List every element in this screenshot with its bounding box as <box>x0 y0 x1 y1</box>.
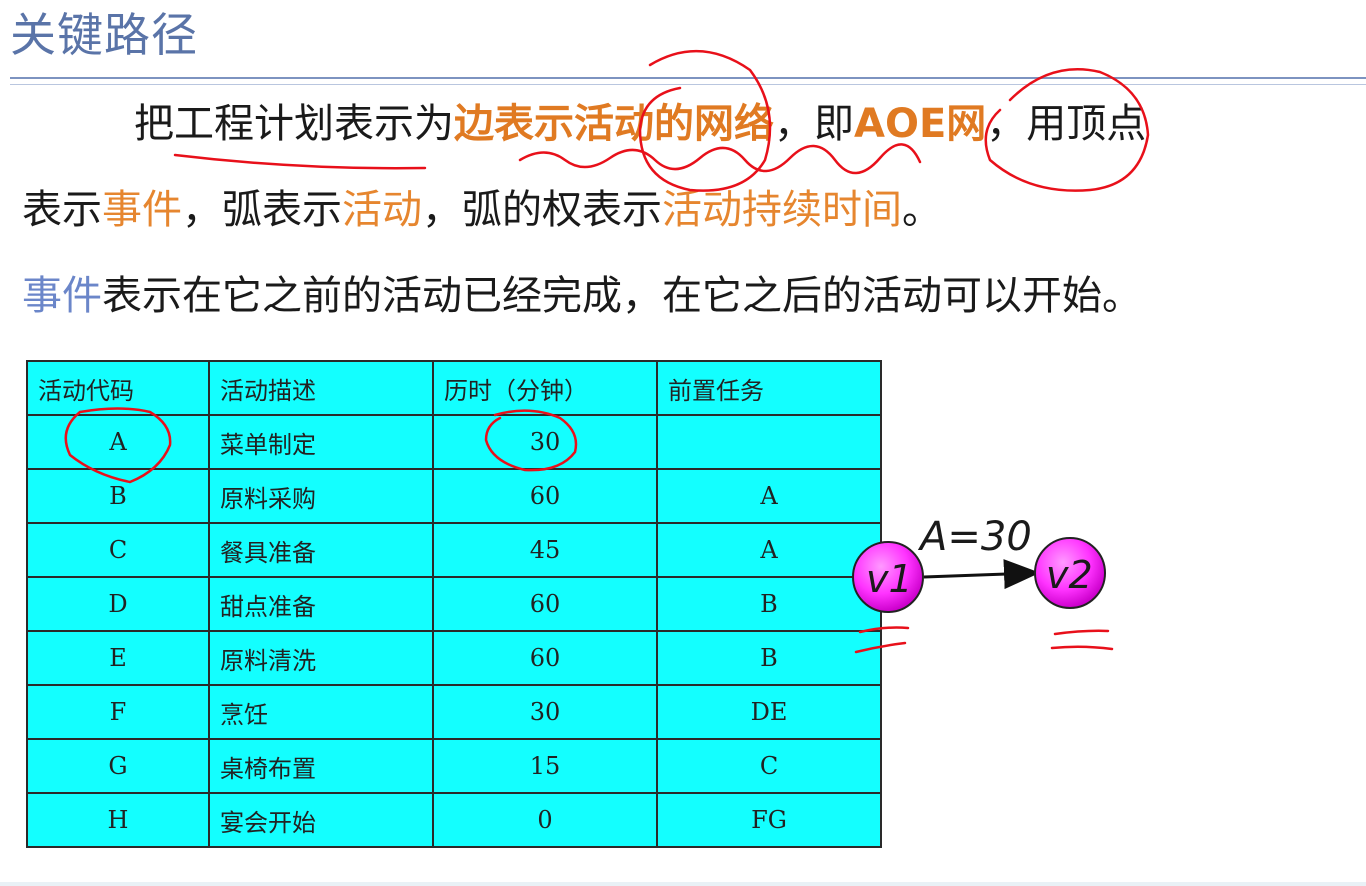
cell-predecessor: DE <box>656 684 882 740</box>
cell-desc: 原料清洗 <box>208 630 434 686</box>
cell-predecessor: A <box>656 522 882 578</box>
text-run: 表示 <box>22 187 102 233</box>
table-header-row: 活动代码 活动描述 历时（分钟） 前置任务 <box>26 360 882 416</box>
cell-desc: 甜点准备 <box>208 576 434 632</box>
cell-code: D <box>26 576 210 632</box>
highlight-aoe-term: AOE网 <box>854 101 987 147</box>
cell-duration: 30 <box>432 414 658 470</box>
cell-code: G <box>26 738 210 794</box>
node-v2-label: v2 <box>1046 553 1093 597</box>
title-divider <box>10 77 1366 79</box>
highlight-activity: 活动 <box>342 187 422 233</box>
paragraph-aoe-elements: 表示事件，弧表示活动，弧的权表示活动持续时间。 <box>22 182 942 238</box>
title-divider-thin <box>10 84 1366 85</box>
cell-predecessor: B <box>656 576 882 632</box>
table-row: B 原料采购 60 A <box>26 468 882 524</box>
table-row: G 桌椅布置 15 C <box>26 738 882 794</box>
cell-predecessor: A <box>656 468 882 524</box>
cell-duration: 0 <box>432 792 658 848</box>
pen-mark <box>1053 629 1110 636</box>
header-activity-code: 活动代码 <box>26 360 210 416</box>
pen-underline <box>173 153 427 170</box>
table-row: F 烹饪 30 DE <box>26 684 882 740</box>
highlight-event-blue: 事件 <box>22 273 102 319</box>
table-row: D 甜点准备 60 B <box>26 576 882 632</box>
cell-predecessor: B <box>656 630 882 686</box>
table-row: C 餐具准备 45 A <box>26 522 882 578</box>
header-duration: 历时（分钟） <box>432 360 658 416</box>
text-run: 。 <box>902 187 942 233</box>
edge-label: A=30 <box>917 514 1032 560</box>
cell-duration: 30 <box>432 684 658 740</box>
paragraph-event-meaning: 事件表示在它之前的活动已经完成，在它之后的活动可以开始。 <box>22 268 1142 324</box>
table-row: H 宴会开始 0 FG <box>26 792 882 848</box>
text-run: 表示在它之前的活动已经完成，在它之后的活动可以开始。 <box>102 273 1142 319</box>
cell-duration: 60 <box>432 576 658 632</box>
cell-code: E <box>26 630 210 686</box>
cell-desc: 餐具准备 <box>208 522 434 578</box>
text-run: ，弧表示 <box>182 187 342 233</box>
table-row: A 菜单制定 30 <box>26 414 882 470</box>
cell-duration: 15 <box>432 738 658 794</box>
highlight-aoe-meaning: 边表示活动的网络 <box>454 101 774 147</box>
aoe-graph: A=30 v1 v2 <box>852 514 1106 613</box>
cell-desc: 烹饪 <box>208 684 434 740</box>
cell-code: A <box>26 414 210 470</box>
cell-desc: 原料采购 <box>208 468 434 524</box>
cell-code: C <box>26 522 210 578</box>
slide-footer-bar <box>0 882 1366 886</box>
text-run: 把工程计划表示为 <box>134 101 454 147</box>
activity-table: 活动代码 活动描述 历时（分钟） 前置任务 A 菜单制定 30 B 原料采购 6… <box>26 360 882 848</box>
cell-desc: 菜单制定 <box>208 414 434 470</box>
cell-code: B <box>26 468 210 524</box>
cell-predecessor: FG <box>656 792 882 848</box>
cell-duration: 60 <box>432 630 658 686</box>
highlight-event: 事件 <box>102 187 182 233</box>
text-run: ，用顶点 <box>986 101 1147 147</box>
node-v2 <box>1034 537 1106 609</box>
cell-code: F <box>26 684 210 740</box>
table-row: E 原料清洗 60 B <box>26 630 882 686</box>
text-run: ，弧的权表示 <box>422 187 662 233</box>
edge-arrow <box>923 559 1040 590</box>
cell-code: H <box>26 792 210 848</box>
cell-predecessor: C <box>656 738 882 794</box>
cell-duration: 60 <box>432 468 658 524</box>
slide-title: 关键路径 <box>10 8 198 62</box>
cell-predecessor <box>656 414 882 470</box>
header-activity-desc: 活动描述 <box>208 360 434 416</box>
cell-duration: 45 <box>432 522 658 578</box>
header-predecessor: 前置任务 <box>656 360 882 416</box>
cell-desc: 桌椅布置 <box>208 738 434 794</box>
highlight-duration: 活动持续时间 <box>662 187 902 233</box>
cell-desc: 宴会开始 <box>208 792 434 848</box>
text-run: ，即 <box>774 101 854 147</box>
paragraph-aoe-definition: 把工程计划表示为边表示活动的网络，即AOE网，用顶点 <box>134 96 1146 152</box>
pen-mark <box>1050 645 1114 651</box>
